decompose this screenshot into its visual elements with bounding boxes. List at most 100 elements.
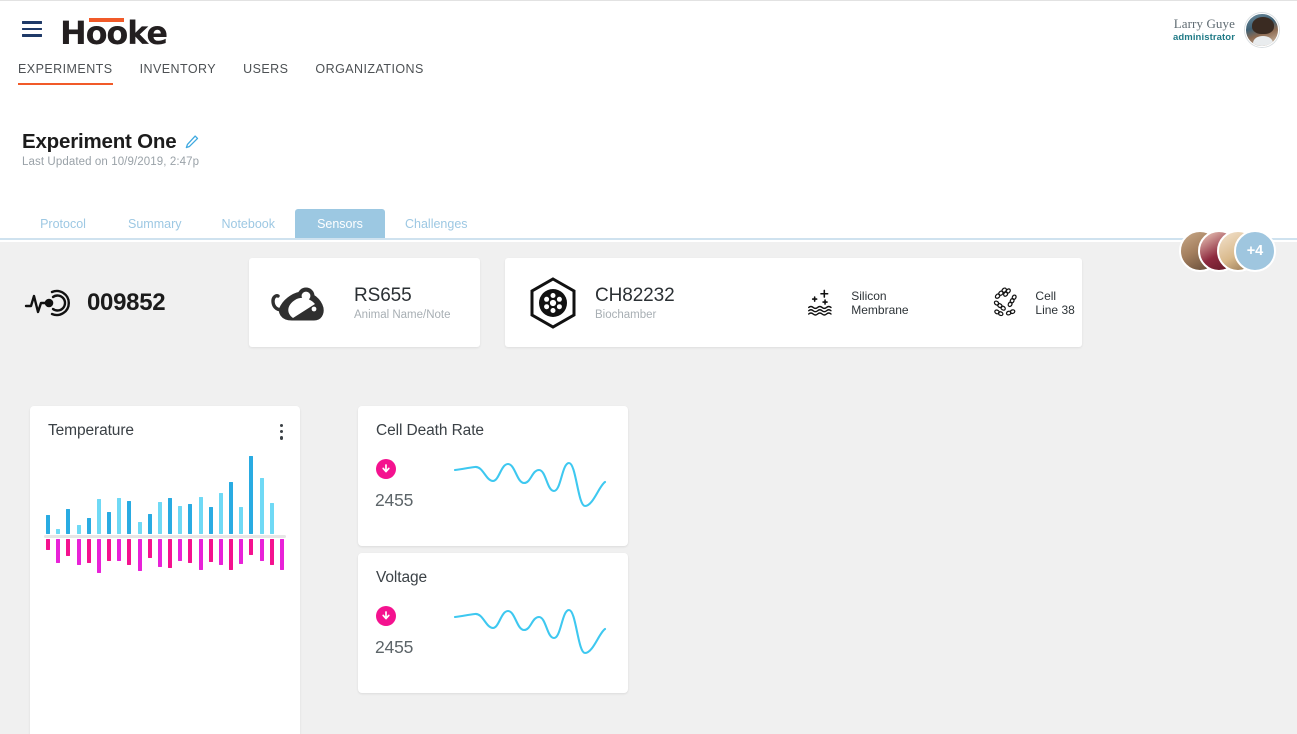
sensors-panel: 009852 RS655 Animal Name/Note CH82232 Bi… — [0, 242, 1297, 734]
bar-negative — [117, 539, 122, 561]
tab-challenges[interactable]: Challenges — [385, 209, 488, 238]
bar-positive — [56, 528, 61, 534]
sensor-pulse-icon — [24, 289, 70, 317]
pencil-icon[interactable] — [185, 135, 199, 149]
bar-positive — [198, 496, 203, 534]
avatar[interactable] — [1245, 13, 1279, 47]
bar-negative — [66, 539, 71, 556]
tab-sensors[interactable]: Sensors — [295, 209, 385, 238]
bar-positive — [46, 515, 50, 534]
arrow-down-glyph — [382, 611, 390, 620]
cell-line-icon — [993, 287, 1017, 316]
silicon-membrane-label: Silicon Membrane — [851, 288, 909, 317]
voltage-title: Voltage — [376, 569, 428, 586]
animal-entity-text: RS655 Animal Name/Note — [354, 285, 451, 321]
chart-axis-line — [44, 535, 286, 538]
nav-item-inventory[interactable]: INVENTORY — [140, 62, 217, 85]
animal-info-card[interactable]: RS655 Animal Name/Note — [249, 258, 480, 347]
app-root: Hooke Larry Guye administrator EXPERIMEN… — [0, 0, 1297, 734]
top-bar: Hooke Larry Guye administrator — [0, 0, 1297, 62]
bar-negative — [86, 539, 91, 563]
bar-negative — [218, 539, 223, 566]
last-updated-text: Last Updated on 10/9/2019, 2:47p — [22, 156, 200, 168]
bar-negative — [279, 539, 284, 571]
bar-negative — [168, 539, 173, 568]
arrow-down-icon — [376, 606, 396, 626]
cell-death-rate-title: Cell Death Rate — [376, 422, 484, 439]
bar-positive — [229, 481, 234, 534]
sensor-id-value: 009852 — [87, 289, 166, 316]
bar-negative — [188, 539, 193, 563]
bar-positive — [86, 517, 91, 534]
experiment-title-block: Experiment One Last Updated on 10/9/2019… — [22, 130, 199, 168]
hamburger-icon[interactable] — [22, 21, 42, 37]
temperature-chart-card: Temperature Key 01Key 02Key 03Key 04 — [30, 406, 300, 734]
bar-positive — [178, 505, 183, 534]
experiment-header: Experiment One Last Updated on 10/9/2019… — [0, 118, 1297, 293]
kebab-menu-icon[interactable] — [280, 424, 284, 440]
bar-negative — [137, 539, 142, 572]
tab-notebook[interactable]: Notebook — [201, 209, 295, 238]
animal-id: RS655 — [354, 284, 412, 306]
tab-protocol[interactable]: Protocol — [18, 209, 108, 238]
bar-positive — [269, 502, 274, 534]
bar-positive — [218, 492, 223, 534]
bar-negative — [127, 539, 132, 566]
bar-negative — [198, 539, 203, 571]
silicon-membrane-icon — [807, 289, 832, 316]
bar-negative — [107, 539, 112, 561]
cell-line-entity: Cell Line 38 — [991, 281, 1082, 325]
biochamber-info-card[interactable]: CH82232 Biochamber Silicon Membrane Cell… — [505, 258, 1082, 347]
bar-positive — [66, 509, 71, 534]
bar-negative — [56, 539, 61, 563]
user-name: Larry Guye — [1173, 15, 1235, 31]
bar-negative — [239, 539, 244, 565]
bar-positive — [168, 498, 173, 534]
biochamber-id: CH82232 — [595, 284, 675, 306]
bar-negative — [178, 539, 183, 561]
user-text: Larry Guye administrator — [1172, 15, 1235, 44]
brand-logo-accent-bar — [89, 18, 124, 22]
experiment-tabs: Protocol Summary Notebook Sensors Challe… — [0, 209, 1297, 240]
nav-item-organizations[interactable]: ORGANIZATIONS — [315, 62, 423, 85]
bar-negative — [259, 539, 264, 561]
bar-positive — [188, 504, 193, 534]
user-menu[interactable]: Larry Guye administrator — [1173, 13, 1279, 47]
voltage-card[interactable]: Voltage 2455 — [358, 553, 628, 693]
bar-positive — [280, 531, 284, 534]
bar-negative — [269, 539, 274, 566]
bar-positive — [239, 506, 244, 534]
animal-note: Animal Name/Note — [354, 308, 451, 321]
bar-negative — [157, 539, 162, 567]
tab-summary[interactable]: Summary — [108, 209, 201, 238]
main-navigation: EXPERIMENTS INVENTORY USERS ORGANIZATION… — [0, 62, 1297, 95]
biochamber-hexagon-icon — [530, 276, 576, 329]
voltage-sparkline — [453, 608, 607, 655]
bar-positive — [96, 498, 101, 534]
user-role: administrator — [1172, 31, 1235, 43]
bar-negative — [229, 539, 234, 571]
mouse-icon — [271, 287, 324, 320]
arrow-down-glyph — [382, 464, 390, 473]
voltage-value: 2455 — [375, 637, 414, 657]
bar-positive — [208, 507, 213, 534]
collaborators-overflow-badge[interactable]: +4 — [1234, 230, 1276, 272]
bar-positive — [157, 502, 162, 534]
bar-positive — [249, 456, 254, 534]
cell-death-rate-value: 2455 — [375, 490, 414, 510]
cell-death-rate-card[interactable]: Cell Death Rate 2455 — [358, 406, 628, 546]
bar-group-negative — [40, 539, 290, 575]
nav-item-experiments[interactable]: EXPERIMENTS — [18, 62, 113, 85]
nav-item-users[interactable]: USERS — [243, 62, 288, 85]
bar-positive — [147, 513, 152, 534]
bar-negative — [208, 539, 213, 562]
bar-negative — [96, 539, 101, 573]
temperature-bar-chart — [40, 451, 290, 616]
temperature-card-title: Temperature — [48, 422, 134, 439]
experiment-title-row: Experiment One — [22, 130, 199, 154]
collaborator-avatars: +4 — [1179, 230, 1276, 272]
bar-positive — [107, 512, 112, 534]
page-title: Experiment One — [22, 130, 177, 153]
biochamber-entity: CH82232 Biochamber — [527, 276, 675, 330]
cell-death-rate-sparkline — [453, 461, 607, 508]
